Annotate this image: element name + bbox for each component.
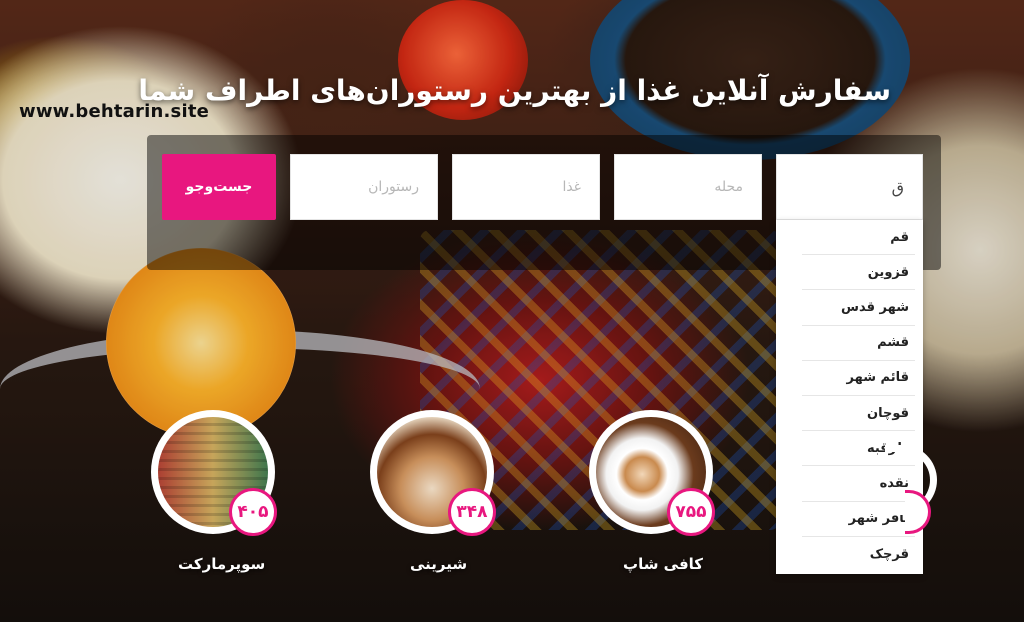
city-suggestion-item[interactable]: قوچان xyxy=(802,396,915,432)
search-button[interactable]: جست‌وجو xyxy=(162,154,276,220)
city-input[interactable]: ق xyxy=(776,154,923,220)
category-count-badge: ۳۴۸ xyxy=(448,488,496,536)
category-label-coffee-shop[interactable]: کافی شاپ xyxy=(623,555,703,573)
category-card-coffee-shop[interactable]: ۷۵۵ xyxy=(589,410,715,536)
hero-headline: سفارش آنلاین غذا از بهترین رستوران‌های ا… xyxy=(138,74,891,107)
category-label-pastry[interactable]: شیرینی xyxy=(410,555,467,573)
restaurant-input[interactable]: رستوران xyxy=(290,154,438,220)
category-count-badge: ۴۰۵ xyxy=(229,488,277,536)
city-suggestion-item[interactable]: قم xyxy=(802,220,915,256)
city-suggestion-item[interactable]: قرچک xyxy=(802,537,915,572)
category-label-supermarket[interactable]: سوپرمارکت xyxy=(178,555,265,573)
neighborhood-input[interactable]: محله xyxy=(614,154,762,220)
city-suggestion-item[interactable]: قزوین xyxy=(802,255,915,291)
category-card-supermarket[interactable]: ۴۰۵ xyxy=(151,410,277,536)
food-input[interactable]: غذا xyxy=(452,154,600,220)
city-suggestion-item[interactable]: قشم xyxy=(802,326,915,361)
category-count-badge: ۷۵۵ xyxy=(667,488,715,536)
category-card-pastry[interactable]: ۳۴۸ xyxy=(370,410,496,536)
city-suggestion-item[interactable]: قائم شهر xyxy=(802,361,915,396)
city-suggestion-item[interactable]: شهر قدس xyxy=(802,290,915,326)
city-suggestions-dropdown: قم قزوین شهر قدس قشم قائم شهر قوچان طرقب… xyxy=(776,220,923,574)
